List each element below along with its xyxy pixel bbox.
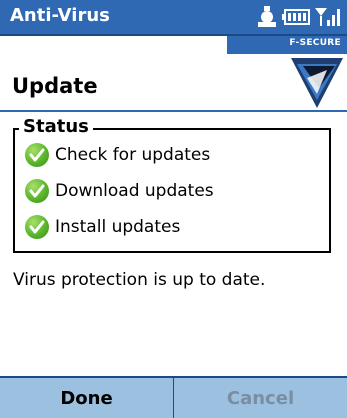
- cancel-button[interactable]: Cancel: [174, 378, 347, 418]
- check-circle-icon: [25, 143, 49, 167]
- f-secure-logo: F-SECURE: [227, 36, 347, 110]
- signal-icon[interactable]: [315, 8, 340, 26]
- status-message: Virus protection is up to date.: [13, 270, 266, 290]
- title-bar: Anti-Virus: [0, 0, 347, 36]
- check-circle-icon: [25, 179, 49, 203]
- content-area: Status Check for updates Download update…: [0, 112, 347, 376]
- connectivity-icon[interactable]: [258, 6, 276, 27]
- status-item-label: Install updates: [55, 217, 181, 237]
- battery-icon[interactable]: [282, 9, 310, 25]
- status-group: Status Check for updates Download update…: [13, 116, 331, 253]
- status-item-label: Check for updates: [55, 145, 211, 165]
- check-circle-icon: [25, 215, 49, 239]
- status-item-check: Check for updates: [25, 142, 210, 168]
- page-header: Update F-SECURE: [0, 36, 347, 112]
- status-item-label: Download updates: [55, 181, 214, 201]
- status-icons: [255, 4, 341, 30]
- done-button[interactable]: Done: [0, 378, 173, 418]
- status-item-download: Download updates: [25, 178, 214, 204]
- page-title: Update: [12, 74, 98, 98]
- brand-label: F-SECURE: [289, 38, 341, 48]
- app-title: Anti-Virus: [10, 5, 110, 26]
- status-legend: Status: [19, 116, 93, 137]
- status-item-install: Install updates: [25, 214, 180, 240]
- softkey-bar: Done Cancel: [0, 376, 347, 418]
